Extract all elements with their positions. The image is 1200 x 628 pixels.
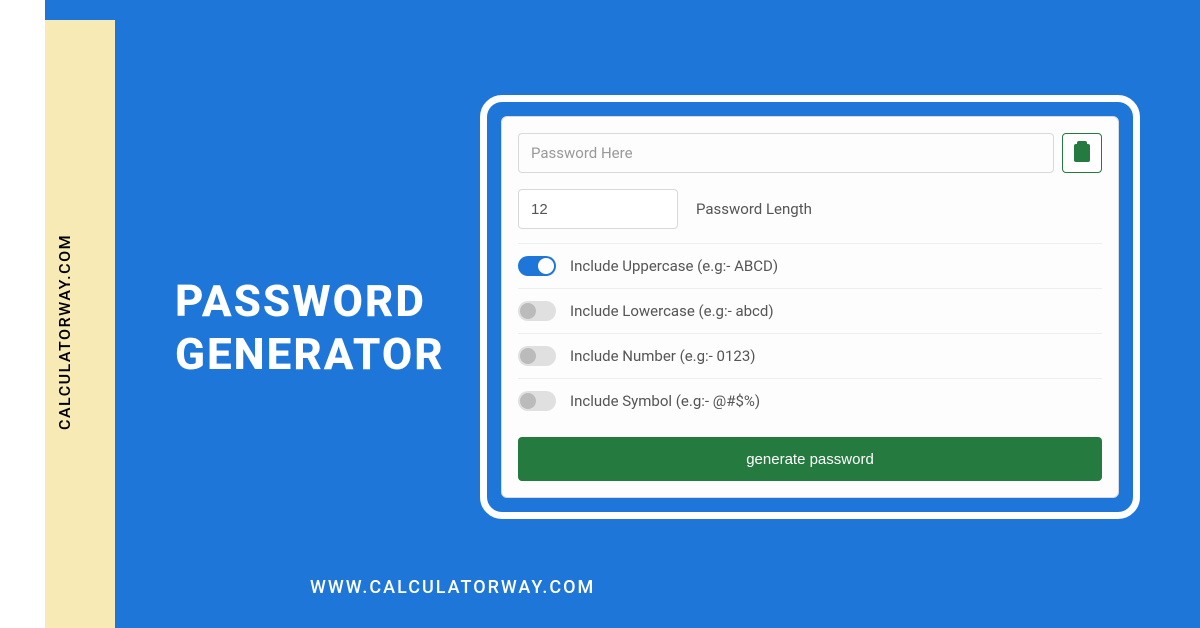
label-number: Include Number (e.g:- 0123): [570, 347, 755, 365]
label-uppercase: Include Uppercase (e.g:- ABCD): [570, 257, 778, 275]
footer-url: WWW.CALCULATORWAY.COM: [310, 577, 595, 598]
toggle-lowercase[interactable]: [518, 301, 556, 321]
password-generator-widget: Password Here Password Length Include Up…: [480, 95, 1140, 519]
page-title: PASSWORD GENERATOR: [175, 275, 445, 381]
copy-button[interactable]: [1062, 133, 1102, 173]
title-line-1: PASSWORD: [175, 275, 445, 328]
option-lowercase: Include Lowercase (e.g:- abcd): [518, 288, 1102, 333]
clipboard-icon: [1074, 144, 1090, 162]
side-brand-text: CALCULATORWAY.COM: [55, 234, 74, 430]
widget-card: Password Here Password Length Include Up…: [501, 116, 1119, 498]
toggle-number[interactable]: [518, 346, 556, 366]
white-side-strip: [0, 0, 45, 628]
generate-button[interactable]: generate password: [518, 437, 1102, 481]
title-line-2: GENERATOR: [175, 328, 445, 381]
option-uppercase: Include Uppercase (e.g:- ABCD): [518, 243, 1102, 288]
toggle-symbol[interactable]: [518, 391, 556, 411]
label-symbol: Include Symbol (e.g:- @#$%): [570, 392, 760, 410]
option-symbol: Include Symbol (e.g:- @#$%): [518, 378, 1102, 423]
password-output[interactable]: Password Here: [518, 133, 1054, 173]
length-row: Password Length: [518, 189, 1102, 229]
option-number: Include Number (e.g:- 0123): [518, 333, 1102, 378]
length-input[interactable]: [518, 189, 678, 229]
password-output-row: Password Here: [518, 133, 1102, 173]
label-lowercase: Include Lowercase (e.g:- abcd): [570, 302, 774, 320]
length-label: Password Length: [696, 200, 812, 218]
toggle-uppercase[interactable]: [518, 256, 556, 276]
